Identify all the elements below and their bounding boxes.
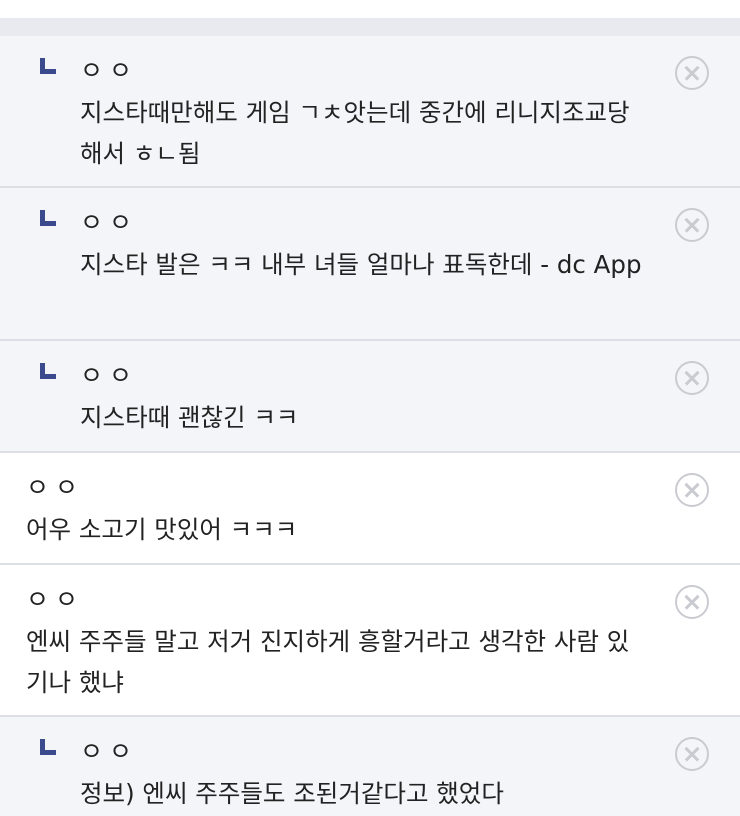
comment-author[interactable]: ㅇㅇ bbox=[80, 717, 650, 773]
reply-item: ㅇㅇ 정보) 엔씨 주주들도 조된거같다고 했었다 bbox=[0, 717, 740, 816]
delete-icon[interactable] bbox=[675, 585, 709, 619]
comment-text: 어우 소고기 맛있어 ㅋㅋㅋ bbox=[26, 515, 298, 544]
reply-item: ㅇㅇ 지스타때 괜찮긴 ㅋㅋ bbox=[0, 341, 740, 453]
top-band bbox=[0, 0, 740, 36]
comment-list: ㅇㅇ 지스타때만해도 게임 ㄱㅊ앗는데 중간에 리니지조교당해서 ㅎㄴ됨 ㅇㅇ … bbox=[0, 36, 740, 816]
comment-body: ㅇㅇ 지스타 발은 ㅋㅋ 내부 녀들 얼마나 표독한데 - dc App bbox=[0, 188, 740, 297]
reply-item: ㅇㅇ 지스타 발은 ㅋㅋ 내부 녀들 얼마나 표독한데 - dc App bbox=[0, 188, 740, 341]
delete-icon[interactable] bbox=[675, 737, 709, 771]
comment-text: 지스타때 괜찮긴 ㅋㅋ bbox=[80, 403, 299, 432]
reply-arrow-icon bbox=[40, 58, 58, 74]
comment-author[interactable]: ㅇㅇ bbox=[26, 565, 650, 621]
comment-body: ㅇㅇ 정보) 엔씨 주주들도 조된거같다고 했었다 bbox=[0, 717, 740, 816]
delete-icon[interactable] bbox=[675, 473, 709, 507]
comment-item: ㅇㅇ 엔씨 주주들 말고 저거 진지하게 흥할거라고 생각한 사람 있기나 했냐 bbox=[0, 565, 740, 717]
delete-icon[interactable] bbox=[675, 208, 709, 242]
reply-arrow-icon bbox=[40, 210, 58, 226]
comment-author[interactable]: ㅇㅇ bbox=[26, 453, 650, 509]
comment-body: ㅇㅇ 지스타때만해도 게임 ㄱㅊ앗는데 중간에 리니지조교당해서 ㅎㄴ됨 bbox=[0, 36, 740, 186]
comment-author[interactable]: ㅇㅇ bbox=[80, 36, 650, 92]
reply-arrow-icon bbox=[40, 363, 58, 379]
comment-text: 지스타때만해도 게임 ㄱㅊ앗는데 중간에 리니지조교당해서 ㅎㄴ됨 bbox=[80, 98, 630, 168]
comment-body: ㅇㅇ 지스타때 괜찮긴 ㅋㅋ bbox=[0, 341, 740, 450]
comment-text: 엔씨 주주들 말고 저거 진지하게 흥할거라고 생각한 사람 있기나 했냐 bbox=[26, 627, 630, 697]
comment-text: 정보) 엔씨 주주들도 조된거같다고 했었다 bbox=[80, 779, 504, 808]
reply-item: ㅇㅇ 지스타때만해도 게임 ㄱㅊ앗는데 중간에 리니지조교당해서 ㅎㄴ됨 bbox=[0, 36, 740, 188]
comment-item: ㅇㅇ 어우 소고기 맛있어 ㅋㅋㅋ bbox=[0, 453, 740, 565]
comment-body: ㅇㅇ 엔씨 주주들 말고 저거 진지하게 흥할거라고 생각한 사람 있기나 했냐 bbox=[0, 565, 740, 715]
comment-body: ㅇㅇ 어우 소고기 맛있어 ㅋㅋㅋ bbox=[0, 453, 740, 562]
comment-text: 지스타 발은 ㅋㅋ 내부 녀들 얼마나 표독한데 - dc App bbox=[80, 250, 642, 279]
delete-icon[interactable] bbox=[675, 361, 709, 395]
comment-author[interactable]: ㅇㅇ bbox=[80, 188, 650, 244]
comment-author[interactable]: ㅇㅇ bbox=[80, 341, 650, 397]
reply-arrow-icon bbox=[40, 739, 58, 755]
delete-icon[interactable] bbox=[675, 56, 709, 90]
